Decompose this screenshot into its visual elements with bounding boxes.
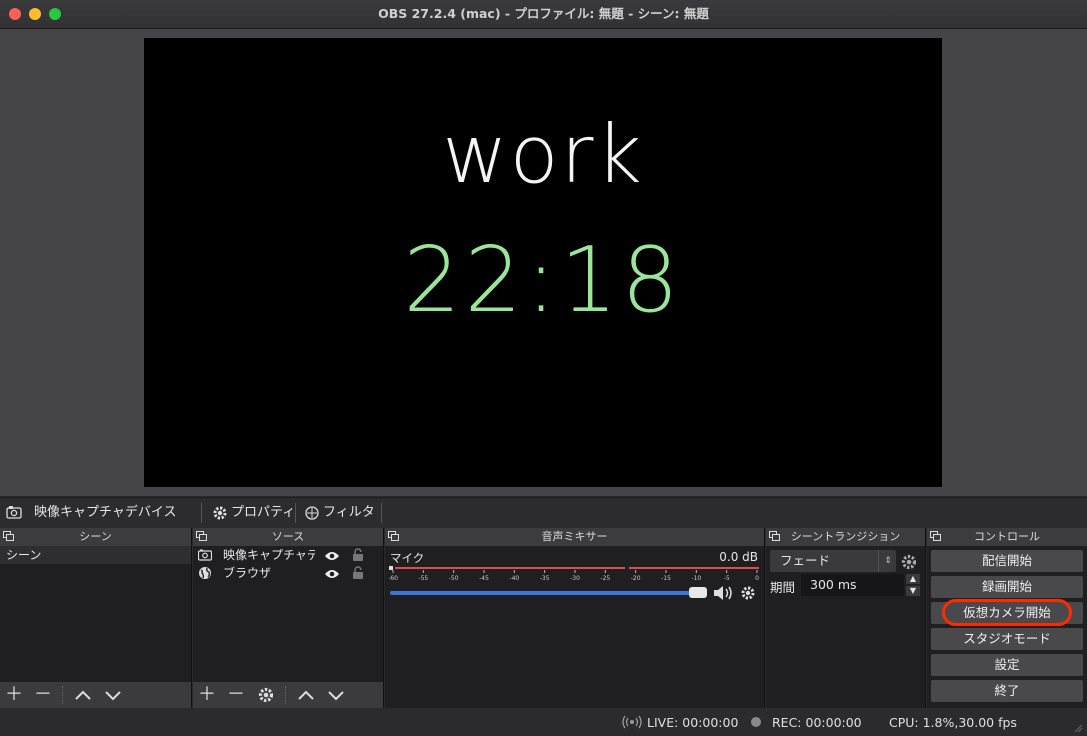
settings-button[interactable]: 設定	[931, 654, 1083, 676]
start-streaming-button[interactable]: 配信開始	[931, 550, 1083, 572]
rec-timer: REC: 00:00:00	[772, 715, 862, 730]
divider	[285, 686, 287, 704]
preview-canvas[interactable]: work 22:18	[144, 38, 942, 487]
remove-scene-icon[interactable]: －	[31, 682, 55, 708]
sources-toolbar: ＋ －	[193, 682, 383, 708]
controls-header: コントロール	[927, 528, 1087, 546]
exit-button[interactable]: 終了	[931, 680, 1083, 702]
chevron-updown-icon: ⇕	[878, 550, 897, 572]
gear-icon[interactable]	[740, 585, 756, 605]
start-virtual-camera-button[interactable]: 仮想カメラ開始	[931, 602, 1083, 624]
duration-up-icon[interactable]: ▲	[906, 574, 920, 584]
start-recording-button[interactable]: 録画開始	[931, 576, 1083, 598]
transition-select[interactable]: フェード ⇕	[770, 550, 896, 572]
gear-icon[interactable]	[212, 498, 228, 528]
meter-tick-label: -60	[389, 575, 398, 582]
current-source-label: 映像キャプチャデバイス	[34, 505, 177, 520]
title-bar: OBS 27.2.4 (mac) - プロファイル: 無題 - シーン: 無題	[0, 0, 1087, 29]
divider	[62, 686, 64, 704]
studio-mode-button[interactable]: スタジオモード	[931, 628, 1083, 650]
record-dot-icon	[751, 717, 761, 727]
duration-label: 期間	[770, 580, 796, 595]
meter-tick-label: -10	[691, 575, 701, 582]
meter-tick-label: -55	[418, 575, 428, 582]
source-item[interactable]: ブラウザ	[193, 564, 383, 582]
move-up-icon[interactable]	[294, 682, 318, 708]
meter-tick-label: -50	[449, 575, 459, 582]
mixer-channel-name: マイク	[390, 551, 425, 565]
volume-slider-track[interactable]	[390, 591, 690, 595]
meter-tick-label: -30	[570, 575, 580, 582]
meter-tick-label: -15	[661, 575, 671, 582]
add-scene-icon[interactable]: ＋	[2, 682, 26, 708]
move-down-icon[interactable]	[101, 682, 125, 708]
duration-field[interactable]: 300 ms	[801, 574, 904, 596]
undock-icon[interactable]	[930, 531, 941, 541]
meter-tick-label: -5	[724, 575, 730, 582]
scenes-header: シーン	[0, 528, 191, 546]
preview-clock-text: 22:18	[403, 228, 683, 333]
transition-select-value: フェード	[780, 553, 831, 568]
mixer-header: 音声ミキサー	[385, 528, 764, 546]
meter-tick-label: -45	[479, 575, 489, 582]
duration-down-icon[interactable]: ▼	[906, 586, 920, 596]
move-up-icon[interactable]	[71, 682, 95, 708]
speaker-icon[interactable]	[712, 584, 736, 606]
resize-grip-icon[interactable]	[1073, 721, 1083, 733]
lock-icon[interactable]	[352, 566, 364, 585]
cpu-fps-readout: CPU: 1.8%,30.00 fps	[889, 715, 1017, 730]
add-source-icon[interactable]: ＋	[195, 682, 219, 708]
filter-icon[interactable]	[304, 498, 320, 528]
meter-tick-label: -40	[509, 575, 519, 582]
meter-tick-label: -25	[600, 575, 610, 582]
status-bar: LIVE: 00:00:00 REC: 00:00:00 CPU: 1.8%,3…	[0, 709, 1087, 735]
globe-icon	[198, 566, 212, 585]
transitions-header: シーントランジション	[766, 528, 925, 546]
undock-icon[interactable]	[769, 531, 780, 541]
audio-meter: -60 -55 -50 -45 -40 -35 -30 -25 -20 -15 -10 -5 0	[389, 566, 759, 582]
undock-icon[interactable]	[388, 531, 399, 541]
filters-button[interactable]: フィルタ	[323, 498, 375, 528]
camera-icon	[6, 498, 22, 528]
mixer-level-readout: 0.0 dB	[719, 550, 758, 564]
source-toolbar: 映像キャプチャデバイス プロパティ フィルタ	[0, 497, 1087, 528]
scenes-toolbar: ＋ －	[0, 682, 191, 708]
eye-icon[interactable]	[324, 567, 340, 585]
live-broadcast-icon	[622, 714, 642, 733]
source-item[interactable]: 映像キャプチャデ	[193, 546, 383, 564]
preview-work-text: work	[442, 108, 644, 201]
sources-dock: ソース 映像キャプチャデ ブラウザ ＋ －	[193, 528, 384, 708]
divider	[201, 503, 202, 523]
source-label: ブラウザ	[223, 566, 272, 580]
audio-mixer-dock: 音声ミキサー マイク 0.0 dB -60 -55 -50 -45 -40 -35 -30-…	[385, 528, 765, 708]
scenes-dock: シーン シーン ＋ －	[0, 528, 192, 708]
undock-icon[interactable]	[196, 531, 207, 541]
move-down-icon[interactable]	[324, 682, 348, 708]
volume-slider-handle[interactable]	[689, 587, 707, 598]
live-timer: LIVE: 00:00:00	[647, 715, 739, 730]
meter-tick-label: -20	[631, 575, 641, 582]
gear-icon[interactable]	[254, 682, 278, 708]
sources-header: ソース	[193, 528, 383, 546]
properties-button[interactable]: プロパティ	[231, 498, 295, 528]
meter-tick-label: 0	[755, 575, 759, 582]
scene-transitions-dock: シーントランジション フェード ⇕ 期間 300 ms ▲ ▼	[766, 528, 926, 708]
scene-item[interactable]: シーン	[0, 546, 191, 564]
gear-icon[interactable]	[900, 553, 918, 575]
meter-tick-label: -35	[540, 575, 550, 582]
divider	[295, 503, 296, 523]
duration-value: 300 ms	[810, 577, 857, 592]
remove-source-icon[interactable]: －	[224, 682, 248, 708]
undock-icon[interactable]	[3, 531, 14, 541]
divider	[381, 503, 382, 523]
source-label: 映像キャプチャデ	[223, 548, 315, 562]
window-title: OBS 27.2.4 (mac) - プロファイル: 無題 - シーン: 無題	[378, 6, 709, 21]
